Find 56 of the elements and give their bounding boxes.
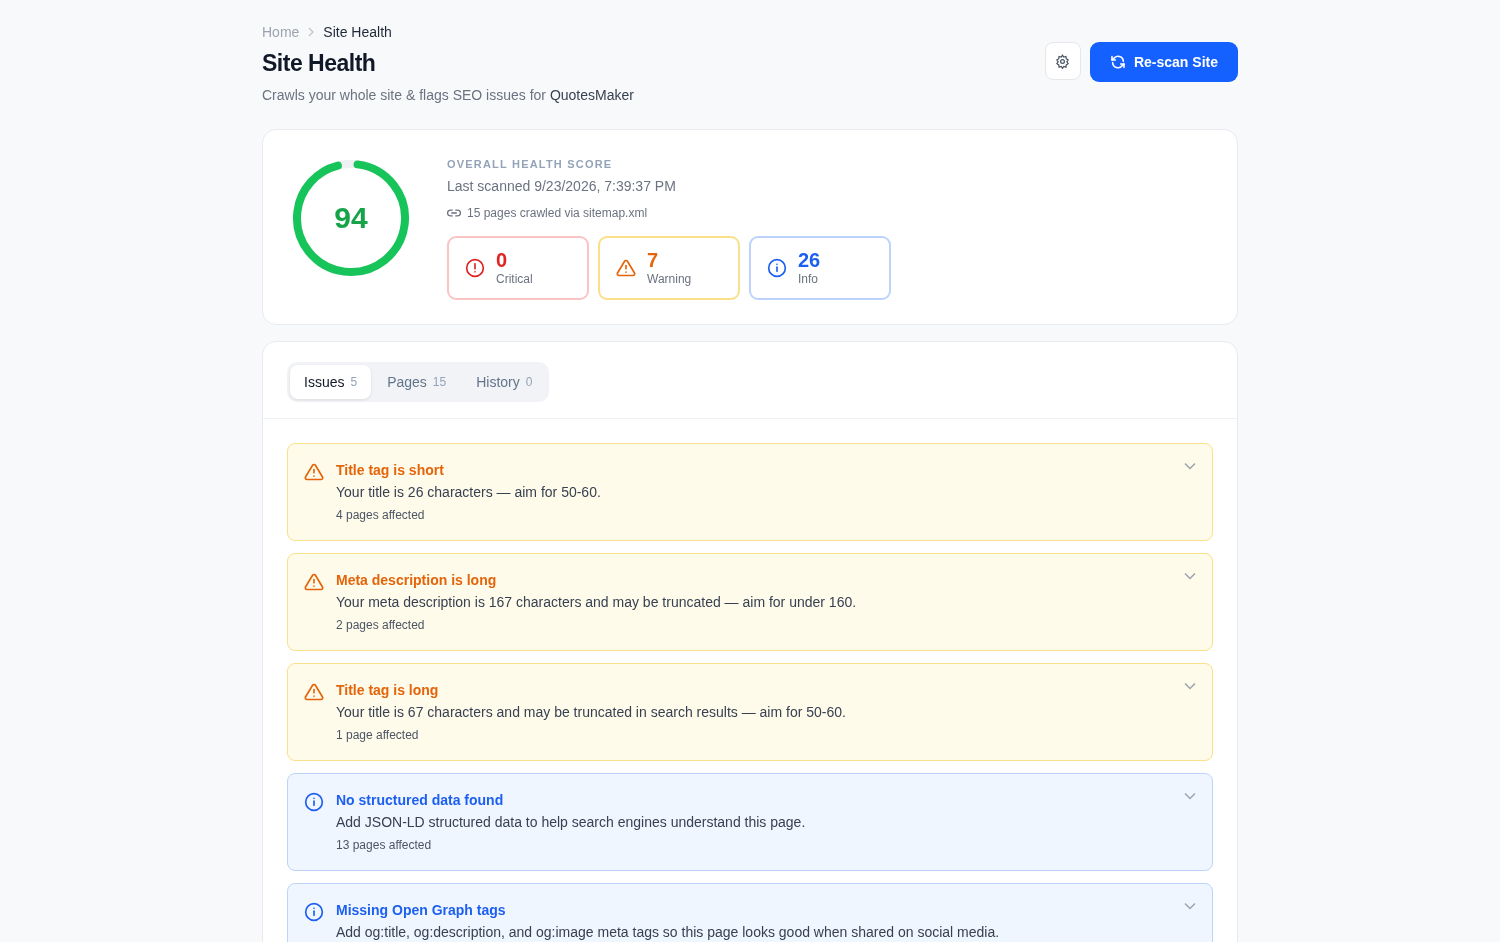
issue-description: Your meta description is 167 characters and may be truncated — aim for under 160.: [336, 594, 858, 610]
issue-title: Missing Open Graph tags: [336, 902, 507, 918]
pages-affected: 1 page affected: [336, 728, 420, 742]
health-score: 94: [334, 202, 368, 234]
settings-button[interactable]: [1044, 42, 1081, 80]
issue-card[interactable]: No structured data found Add JSON-LD structured data to help search engines understand this page. 13 pages affected: [287, 773, 1213, 871]
warning-triangle-icon: [304, 462, 324, 482]
issue-card[interactable]: Title tag is long Your title is 67 characters and may be truncated in search results — aim for 50-60. 1 page affected: [287, 663, 1213, 761]
warning-triangle-icon: [616, 258, 636, 278]
last-scanned-text: Last scanned 9/23/2026, 7:39:37 PM: [447, 178, 677, 194]
issue-description: Your title is 26 characters — aim for 50-60.: [336, 484, 602, 500]
issue-count-card[interactable]: 0 Critical: [447, 236, 589, 300]
count-number: 7: [647, 250, 660, 270]
pages-affected: 4 pages affected: [336, 508, 426, 522]
tab[interactable]: Pages 15: [373, 365, 461, 399]
info-icon: [304, 792, 324, 812]
page-title: Site Health: [262, 50, 377, 77]
issue-card[interactable]: Meta description is long Your meta description is 167 characters and may be truncated — aim for under 160. 2 pages affected: [287, 553, 1213, 651]
info-icon: [304, 902, 324, 922]
issue-card[interactable]: Missing Open Graph tags Add og:title, og:description, and og:image meta tags so this page looks good when shared on social media.: [287, 883, 1213, 942]
alert-circle-icon: [465, 258, 485, 278]
issue-title: Title tag is short: [336, 462, 445, 478]
issue-description: Add og:title, og:description, and og:image meta tags so this page looks good when shared on social media.: [336, 924, 1001, 940]
pages-affected: 13 pages affected: [336, 838, 433, 852]
pages-affected: 2 pages affected: [336, 618, 426, 632]
issue-count-card[interactable]: 26 Info: [749, 236, 891, 300]
link-icon: [447, 208, 461, 218]
issue-description: Your title is 67 characters and may be truncated in search results — aim for 50-60.: [336, 704, 847, 720]
tab[interactable]: History 0: [462, 365, 547, 399]
refresh-icon: [1109, 54, 1126, 70]
chevron-down-icon[interactable]: [1184, 792, 1196, 800]
count-label: Info: [798, 272, 819, 286]
issue-title: No structured data found: [336, 792, 505, 808]
issue-title: Title tag is long: [336, 682, 440, 698]
tab[interactable]: Issues 5: [290, 365, 372, 399]
chevron-down-icon[interactable]: [1184, 462, 1196, 470]
info-icon: [767, 258, 787, 278]
settings-icon: [1055, 53, 1071, 69]
rescan-button[interactable]: Re-scan Site: [1089, 42, 1238, 82]
page-subtitle: Crawls your whole site & flags SEO issues for QuotesMaker: [262, 87, 634, 103]
warning-triangle-icon: [304, 572, 324, 592]
count-number: 26: [798, 250, 821, 270]
crawl-info: 15 pages crawled via sitemap.xml: [467, 206, 648, 220]
count-label: Critical: [496, 272, 533, 286]
warning-triangle-icon: [304, 682, 324, 702]
count-label: Warning: [647, 272, 692, 286]
section-label: OVERALL HEALTH SCORE: [447, 158, 614, 170]
issue-description: Add JSON-LD structured data to help search engines understand this page.: [336, 814, 807, 830]
chevron-down-icon[interactable]: [1184, 572, 1196, 580]
chevron-down-icon[interactable]: [1184, 902, 1196, 910]
chevron-down-icon[interactable]: [1184, 682, 1196, 690]
issue-count-card[interactable]: 7 Warning: [598, 236, 740, 300]
issue-title: Meta description is long: [336, 572, 498, 588]
chevron-right-icon: [307, 27, 316, 37]
issue-card[interactable]: Title tag is short Your title is 26 characters — aim for 50-60. 4 pages affected: [287, 443, 1213, 541]
count-number: 0: [496, 250, 509, 270]
